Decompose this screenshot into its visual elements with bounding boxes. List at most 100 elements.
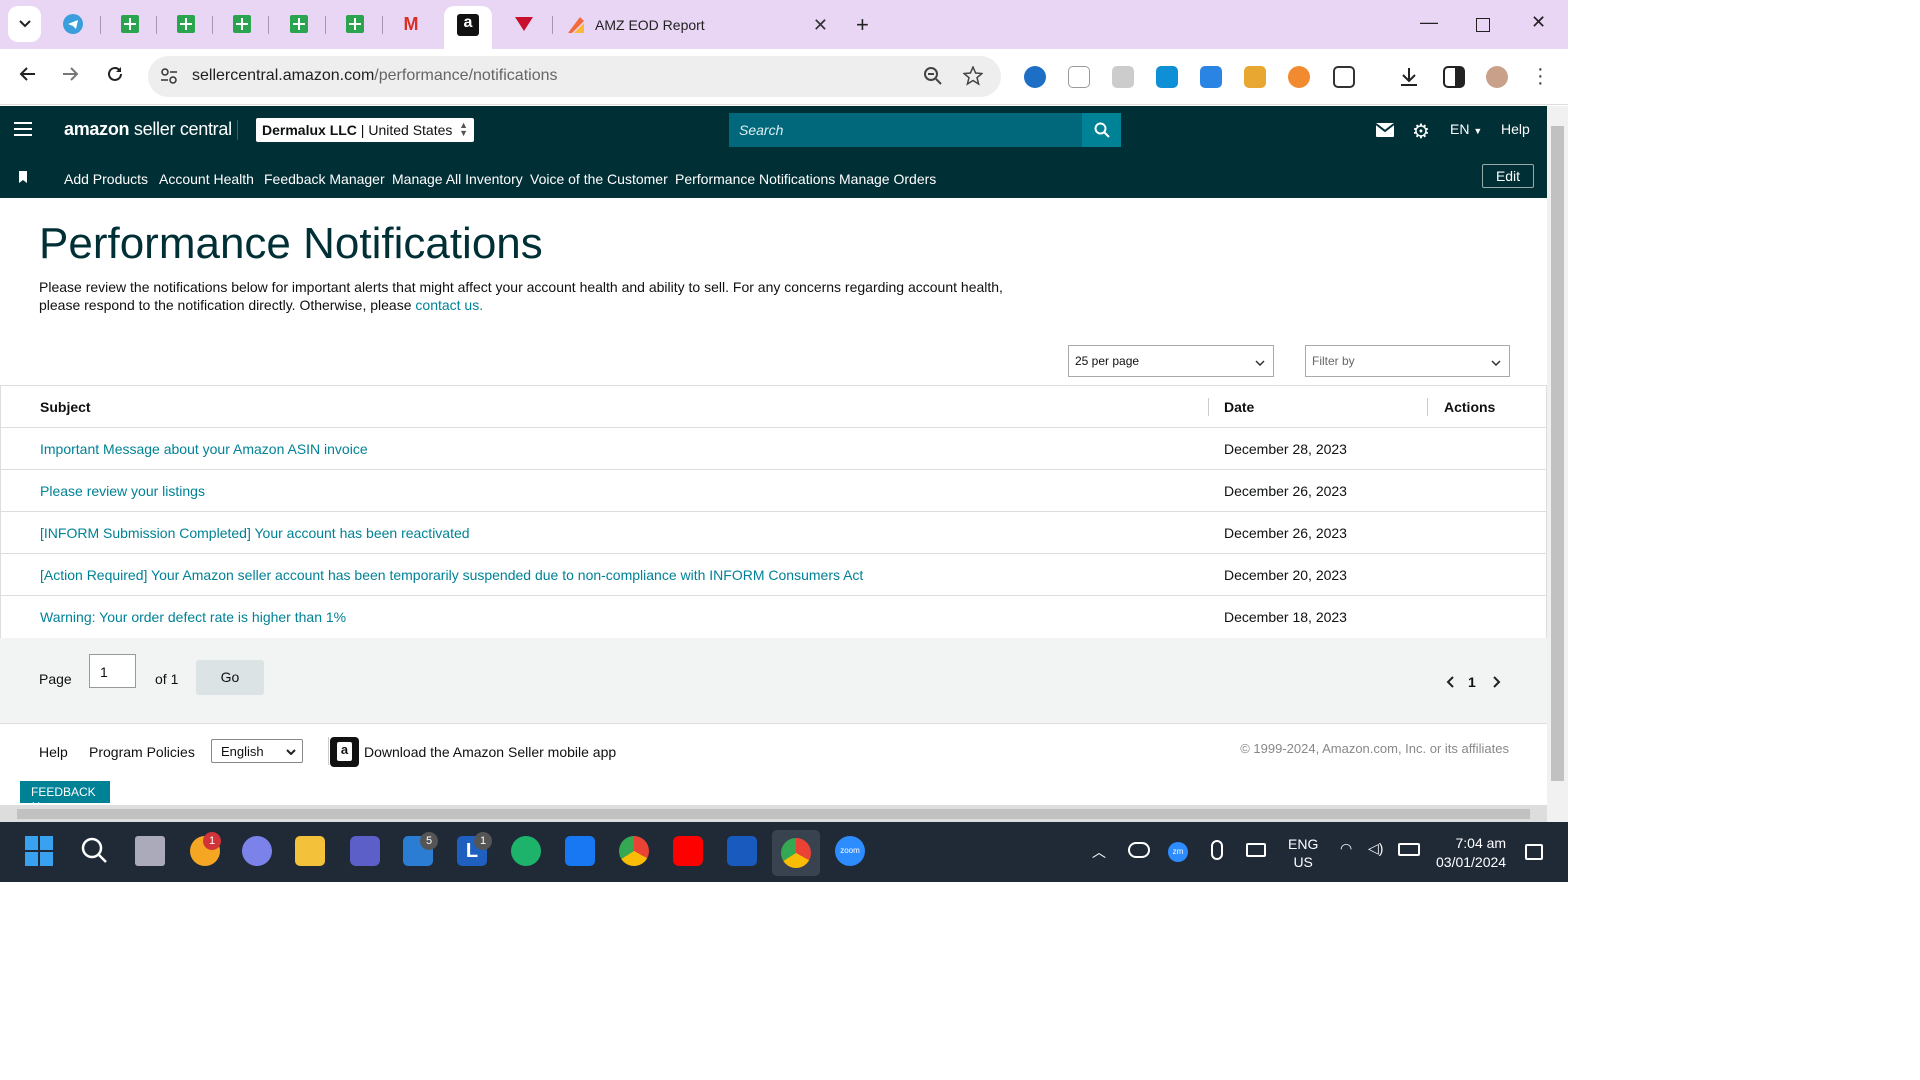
site-settings-icon[interactable] [160,67,178,85]
microphone-icon[interactable] [1211,840,1223,860]
active-chrome-profile[interactable] [772,830,820,876]
keyboard-icon[interactable] [1246,843,1266,857]
sheets-tab-2[interactable] [175,13,197,35]
close-window-button[interactable]: ✕ [1531,12,1546,33]
facebook-icon[interactable] [565,836,595,866]
side-panel-icon[interactable] [1443,66,1465,88]
minimize-button[interactable]: — [1420,12,1438,33]
telegram-tab[interactable] [62,13,84,35]
edit-nav-button[interactable]: Edit [1482,164,1534,188]
settings-gear-icon[interactable]: ⚙ [1412,119,1430,144]
notification-subject-link[interactable]: [Action Required] Your Amazon seller acc… [40,567,863,583]
chevron-right-icon[interactable] [1493,676,1501,688]
download-icon[interactable] [1398,66,1420,88]
extension-5-icon[interactable] [1200,66,1222,88]
edge-icon[interactable] [511,836,541,866]
red-logo-tab[interactable] [513,13,535,35]
gmail-tab[interactable]: M [400,13,422,35]
task-view-icon[interactable] [135,836,165,866]
zoom-icon[interactable] [923,66,943,86]
volume-icon[interactable]: ◁) [1368,840,1383,857]
show-hidden-icons[interactable]: ︿ [1092,842,1106,862]
login-extension-icon[interactable] [1068,66,1090,88]
wifi-icon[interactable]: ◠ [1340,840,1352,857]
search-button[interactable] [1082,113,1121,147]
subject-header[interactable]: Subject [40,399,91,415]
amazon-tab[interactable]: a [444,6,492,49]
footer-help-link[interactable]: Help [39,744,68,760]
nav-performance-notifications[interactable]: Performance Notifications [675,171,835,187]
notification-subject-link[interactable]: Warning: Your order defect rate is highe… [40,609,346,625]
forward-button[interactable] [62,65,80,89]
notification-subject-link[interactable]: Important Message about your Amazon ASIN… [40,441,368,457]
close-tab-icon[interactable]: ✕ [813,15,828,36]
feedback-button[interactable]: FEEDBACK ✕ [20,781,110,813]
extension-6-icon[interactable] [1244,66,1266,88]
chrome-icon[interactable] [619,836,649,866]
bookmark-icon [19,171,27,183]
sheets-tab-1[interactable] [119,13,141,35]
page-number-input[interactable]: 1 [89,654,136,688]
extension-7-icon[interactable] [1288,66,1310,88]
sheets-tab-4[interactable] [288,13,310,35]
copilot-icon[interactable] [350,836,380,866]
seller-central-logo[interactable]: amazon seller central [64,119,232,140]
address-bar[interactable]: sellercentral.amazon.com/performance/not… [148,56,1001,97]
start-button[interactable] [25,836,55,866]
go-button[interactable]: Go [196,660,264,695]
language-selector[interactable]: EN ▼ [1450,121,1482,137]
notification-subject-link[interactable]: Please review your listings [40,483,205,499]
horizontal-scrollbar[interactable] [0,805,1547,822]
mail-icon[interactable] [1375,123,1395,140]
onedrive-icon[interactable] [1128,842,1150,858]
nav-feedback-manager[interactable]: Feedback Manager [264,171,385,187]
sheets-tab-5[interactable] [344,13,366,35]
youtube-icon[interactable] [673,836,703,866]
extension-1-icon[interactable] [1024,66,1046,88]
tab-search-dropdown[interactable] [8,6,41,42]
account-switcher[interactable]: Dermalux LLC | United States ▲ ▼ [256,118,474,142]
bookmark-star-icon[interactable] [963,66,983,86]
nav-manage-all-inventory[interactable]: Manage All Inventory [392,171,523,187]
reload-button[interactable] [106,65,124,89]
nav-account-health[interactable]: Account Health [159,171,254,187]
download-app-link[interactable]: Download the Amazon Seller mobile app [364,744,616,760]
sheets-tab-3[interactable] [231,13,253,35]
profile-avatar[interactable] [1486,66,1508,88]
back-button[interactable] [18,65,36,89]
contact-us-link[interactable]: contact us. [415,297,483,313]
file-explorer-icon[interactable] [295,836,325,866]
filter-by-select[interactable]: Filter by [1305,345,1510,377]
new-tab-button[interactable]: + [856,12,869,38]
zoom-app-icon[interactable]: zoom [835,836,865,866]
footer-language-select[interactable]: English [211,739,303,763]
current-page[interactable]: 1 [1468,674,1476,690]
date-header[interactable]: Date [1224,399,1254,415]
teams-chat-icon[interactable] [242,836,272,866]
sheets-icon [177,15,195,33]
help-link[interactable]: Help [1501,121,1530,137]
puzzle-extensions-icon[interactable] [1333,66,1355,88]
chevron-left-icon[interactable] [1446,676,1454,688]
search-taskbar-icon[interactable] [80,836,110,866]
eod-report-tab[interactable]: AMZ EOD Report ✕ [560,8,840,42]
word-icon[interactable] [727,836,757,866]
hamburger-menu-icon[interactable] [14,122,32,136]
extension-3-icon[interactable] [1112,66,1134,88]
battery-icon[interactable] [1398,843,1420,856]
nav-add-products[interactable]: Add Products [64,171,148,187]
per-page-select[interactable]: 25 per page [1068,345,1274,377]
program-policies-link[interactable]: Program Policies [89,744,195,760]
input-language[interactable]: ENG US [1288,835,1318,871]
fba-extension-icon[interactable] [1156,66,1178,88]
clock[interactable]: 7:04 am 03/01/2024 [1436,834,1506,872]
zoom-tray-icon[interactable]: zm [1168,842,1188,862]
notification-subject-link[interactable]: [INFORM Submission Completed] Your accou… [40,525,470,541]
notifications-icon[interactable] [1525,844,1543,860]
search-input[interactable]: Search [729,113,1082,147]
nav-manage-orders[interactable]: Manage Orders [839,171,936,187]
nav-voice-of-the-customer[interactable]: Voice of the Customer [530,171,668,187]
restore-button[interactable] [1476,18,1490,32]
kebab-menu-icon[interactable]: · · · [1537,59,1544,93]
vertical-scrollbar[interactable] [1547,106,1568,822]
